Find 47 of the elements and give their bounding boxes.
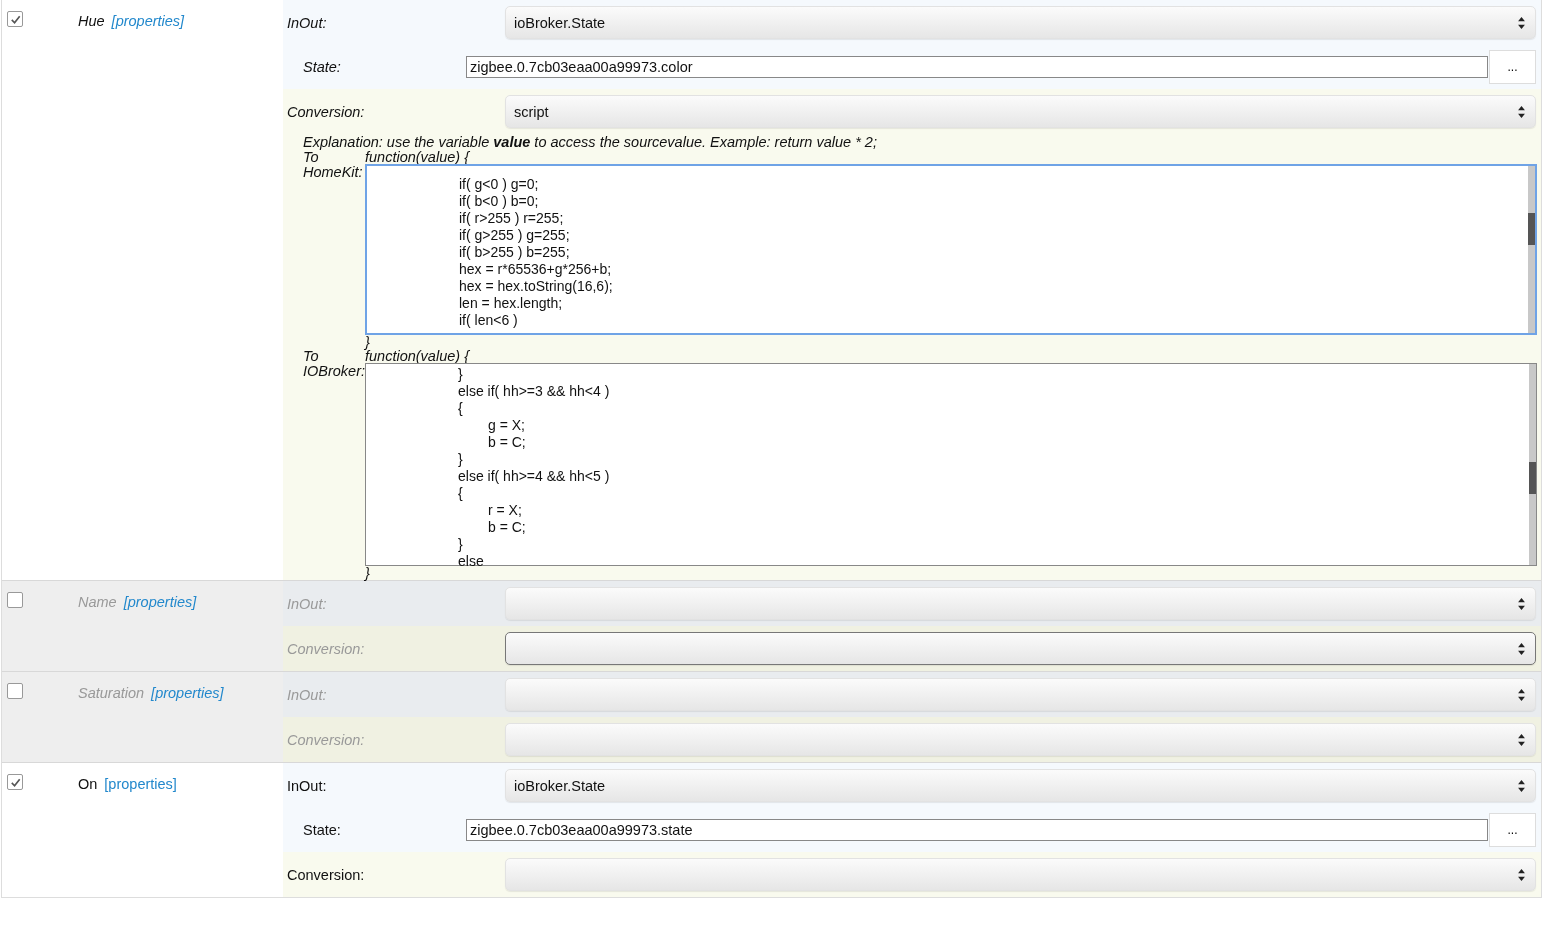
field-label: Conversion:: [287, 103, 366, 120]
dropdown-arrows-icon: [1518, 868, 1525, 881]
characteristic-name: Saturation: [78, 685, 145, 701]
properties-link[interactable]: [properties]: [104, 776, 177, 792]
characteristic-name: On: [78, 776, 98, 792]
script-label: To HomeKit:: [303, 150, 363, 180]
function-footer: }: [365, 335, 1537, 349]
scrollbar[interactable]: [1528, 166, 1535, 333]
code-editor[interactable]: if( g<0 ) g=0; if( b<0 ) b=0; if( r>255 ) r=255; if( g>255 ) g=255; if( b>255 ) b=255; hex = r*65536+g*256+b; hex = hex.toString(16,6); len = hex.length; if( len<6 ): [365, 164, 1537, 335]
checkbox[interactable]: [7, 683, 23, 699]
field-label: InOut:: [287, 777, 328, 794]
select-field[interactable]: ioBroker.State: [505, 769, 1536, 802]
function-footer: }: [365, 566, 1537, 580]
field-label: State:: [302, 59, 342, 75]
code-text: if( g<0 ) g=0; if( b<0 ) b=0; if( r>255 ) r=255; if( g>255 ) g=255; if( b>255 ) b=255; hex = r*65536+g*256+b; hex = hex.toString(16,6); len = hex.length; if( len<6 ): [458, 175, 614, 330]
checkbox[interactable]: [7, 774, 23, 790]
explanation-text: Explanation: use the variable value to access the sourcevalue. Example: return value * 2;: [303, 135, 878, 150]
select-field[interactable]: [505, 632, 1536, 665]
state-input[interactable]: zigbee.0.7cb03eaa00a99973.color: [466, 56, 1488, 78]
field-label: InOut:: [287, 595, 328, 612]
dropdown-arrows-icon: [1518, 779, 1525, 792]
characteristic-name: Hue: [78, 13, 105, 29]
dropdown-arrows-icon: [1518, 16, 1525, 29]
code-text: } else if( hh>=3 && hh<4 ) { g = X; b = C; } else if( hh>=4 && hh<5 ) { r = X; b = C; } else: [457, 365, 611, 565]
select-field[interactable]: ioBroker.State: [505, 6, 1536, 39]
dropdown-arrows-icon: [1518, 105, 1525, 118]
script-label: To IOBroker:: [303, 349, 365, 379]
field-label: InOut:: [287, 686, 328, 703]
dropdown-arrows-icon: [1518, 597, 1525, 610]
field-label: Conversion:: [287, 640, 366, 657]
field-label: State:: [302, 822, 342, 838]
browse-button[interactable]: ...: [1489, 50, 1536, 84]
checkbox[interactable]: [7, 11, 23, 27]
checkbox[interactable]: [7, 592, 23, 608]
code-editor[interactable]: } else if( hh>=3 && hh<4 ) { g = X; b = C; } else if( hh>=4 && hh<5 ) { r = X; b = C; } else: [365, 363, 1537, 566]
dropdown-arrows-icon: [1518, 688, 1525, 701]
field-label: Conversion:: [287, 866, 366, 883]
properties-link[interactable]: [properties]: [111, 13, 185, 29]
state-input[interactable]: zigbee.0.7cb03eaa00a99973.state: [466, 819, 1488, 841]
select-field[interactable]: script: [505, 95, 1536, 128]
browse-button[interactable]: ...: [1489, 813, 1536, 847]
dropdown-arrows-icon: [1518, 733, 1525, 746]
dropdown-arrows-icon: [1518, 642, 1525, 655]
field-label: Conversion:: [287, 731, 366, 748]
scrollbar[interactable]: [1529, 364, 1536, 565]
field-label: InOut:: [287, 14, 328, 31]
characteristic-name: Name: [78, 594, 117, 610]
